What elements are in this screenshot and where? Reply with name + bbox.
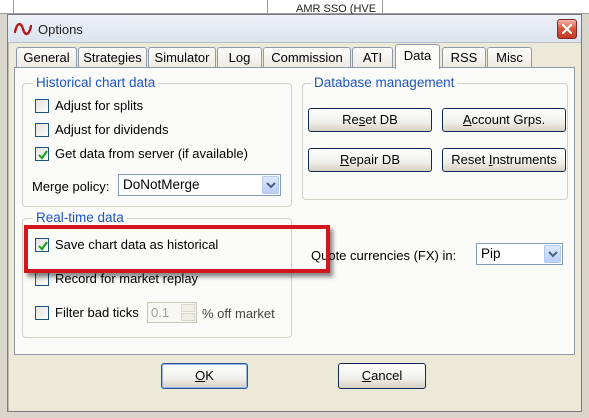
merge-policy-dropdown-arrow[interactable] <box>262 176 279 194</box>
save-historical-label: Save chart data as historical <box>55 237 219 252</box>
merge-policy-label: Merge policy: <box>32 179 110 194</box>
get-from-server-label: Get data from server (if available) <box>55 146 248 161</box>
historical-group-title: Historical chart data <box>33 75 159 90</box>
quote-currencies-dropdown-arrow[interactable] <box>544 245 561 263</box>
options-dialog: Options General Strategies Simulator Log… <box>7 14 582 412</box>
adjust-dividends-checkbox[interactable] <box>35 122 49 137</box>
database-group-title: Database management <box>311 75 458 90</box>
stepper-down-button[interactable] <box>181 313 195 321</box>
filter-value-stepper[interactable]: 0.1 <box>147 302 197 323</box>
record-replay-option[interactable]: Record for market replay <box>35 271 198 286</box>
account-groups-button[interactable]: Account Grps. <box>442 108 566 132</box>
quote-currencies-select[interactable]: Pip <box>476 243 563 265</box>
tab-simulator[interactable]: Simulator <box>148 47 216 68</box>
realtime-group-title: Real-time data <box>33 210 127 225</box>
ok-button[interactable]: OK <box>161 363 248 389</box>
tab-log[interactable]: Log <box>217 47 262 68</box>
quote-currencies-label: Quote currencies (FX) in: <box>311 248 457 263</box>
tab-misc[interactable]: Misc <box>487 47 532 68</box>
get-from-server-option[interactable]: Get data from server (if available) <box>35 146 248 161</box>
tab-ati[interactable]: ATI <box>352 47 393 68</box>
background-grid: AMR SSO (HVE <box>0 0 589 15</box>
real-time-data-group: Real-time data Save chart data as histor… <box>22 210 292 338</box>
reset-db-button[interactable]: Reset DB <box>308 108 432 132</box>
record-replay-label: Record for market replay <box>55 271 199 286</box>
data-tab-panel: Historical chart data Adjust for splits … <box>14 67 575 355</box>
save-historical-option[interactable]: Save chart data as historical <box>35 237 218 252</box>
adjust-splits-checkbox[interactable] <box>35 98 49 113</box>
filter-value: 0.1 <box>151 305 170 320</box>
filter-bad-ticks-option[interactable]: Filter bad ticks <box>35 305 139 320</box>
tab-commission[interactable]: Commission <box>263 47 351 68</box>
tab-rss[interactable]: RSS <box>442 47 486 68</box>
adjust-splits-option[interactable]: Adjust for splits <box>35 98 143 113</box>
filter-bad-ticks-checkbox[interactable] <box>35 305 49 320</box>
checkmark-icon <box>38 240 48 251</box>
chevron-down-icon <box>548 251 558 258</box>
database-management-group: Database management Reset DB Account Grp… <box>302 75 568 200</box>
adjust-splits-label: Adjust for splits <box>55 98 144 113</box>
record-replay-checkbox[interactable] <box>35 271 49 286</box>
tab-strategies[interactable]: Strategies <box>78 47 147 68</box>
title-bar[interactable]: Options <box>8 15 581 43</box>
cancel-button[interactable]: Cancel <box>338 363 426 389</box>
get-from-server-checkbox[interactable] <box>35 146 49 161</box>
close-icon <box>562 24 572 34</box>
adjust-dividends-option[interactable]: Adjust for dividends <box>35 122 168 137</box>
app-logo-icon <box>13 20 33 38</box>
filter-bad-ticks-label: Filter bad ticks <box>55 305 139 320</box>
historical-chart-data-group: Historical chart data Adjust for splits … <box>22 75 292 207</box>
save-historical-checkbox[interactable] <box>35 237 49 252</box>
adjust-dividends-label: Adjust for dividends <box>55 122 169 137</box>
chevron-down-icon <box>266 182 276 189</box>
window-title: Options <box>38 22 83 37</box>
stepper-up-button[interactable] <box>181 304 195 312</box>
checkmark-icon <box>38 149 48 160</box>
reset-instruments-button[interactable]: Reset Instruments <box>442 148 566 172</box>
filter-unit-label: % off market <box>202 306 275 321</box>
tab-data[interactable]: Data <box>395 44 440 69</box>
close-button[interactable] <box>557 19 577 39</box>
tab-general[interactable]: General <box>16 47 77 68</box>
merge-policy-select[interactable]: DoNotMerge <box>118 174 281 196</box>
repair-db-button[interactable]: Repair DB <box>308 148 432 172</box>
merge-policy-value: DoNotMerge <box>123 177 200 192</box>
quote-currencies-value: Pip <box>481 246 501 261</box>
